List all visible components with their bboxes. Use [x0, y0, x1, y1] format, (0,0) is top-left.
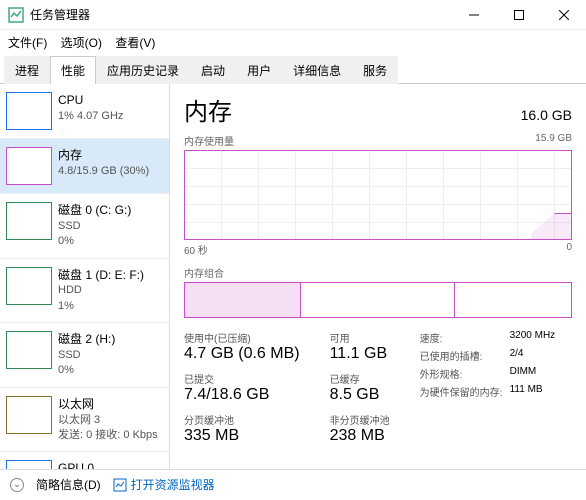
sidebar-sub: HDD: [58, 283, 163, 298]
gpu-thumb: [6, 460, 52, 469]
sidebar-sub2: 0%: [58, 234, 163, 249]
sidebar-label: CPU: [58, 92, 163, 109]
monitor-icon: [113, 478, 127, 492]
net-thumb: [6, 396, 52, 434]
sidebar-item-disk2[interactable]: 磁盘 2 (H:)SSD0%: [0, 323, 169, 388]
sidebar-label: 内存: [58, 147, 163, 164]
sidebar-sub: SSD: [58, 219, 163, 234]
kv-key: 为硬件保留的内存:: [420, 384, 510, 399]
avail-value: 11.1 GB: [330, 345, 390, 363]
monitor-link-label: 打开资源监视器: [131, 476, 215, 493]
menu-file[interactable]: 文件(F): [8, 36, 47, 50]
paged-value: 335 MB: [184, 427, 300, 445]
maximize-button[interactable]: [496, 0, 541, 30]
sidebar-label: 以太网: [58, 396, 163, 413]
sidebar-sub: SSD: [58, 348, 163, 363]
tab-details[interactable]: 详细信息: [282, 56, 352, 84]
sidebar: CPU1% 4.07 GHz 内存4.8/15.9 GB (30%) 磁盘 0 …: [0, 84, 170, 469]
detail-panel: 内存 16.0 GB 内存使用量 15.9 GB 60 秒 0 内存组合 使用中…: [170, 84, 586, 469]
paged-label: 分页缓冲池: [184, 412, 300, 427]
sidebar-label: 磁盘 1 (D: E: F:): [58, 267, 163, 284]
cached-value: 8.5 GB: [330, 386, 390, 404]
menubar: 文件(F) 选项(O) 查看(V): [0, 30, 586, 55]
usage-graph-max: 15.9 GB: [535, 133, 572, 148]
sidebar-sub2: 1%: [58, 299, 163, 314]
kv-val: 2/4: [510, 348, 524, 363]
composition-bar: [184, 282, 572, 318]
kv-val: 111 MB: [510, 384, 543, 399]
nonpaged-value: 238 MB: [330, 427, 390, 445]
nonpaged-label: 非分页缓冲池: [330, 412, 390, 427]
sidebar-item-memory[interactable]: 内存4.8/15.9 GB (30%): [0, 139, 169, 194]
menu-view[interactable]: 查看(V): [115, 36, 155, 50]
sidebar-sub: 4.8/15.9 GB (30%): [58, 164, 163, 179]
sidebar-sub: 1% 4.07 GHz: [58, 109, 163, 124]
sidebar-item-disk0[interactable]: 磁盘 0 (C: G:)SSD0%: [0, 194, 169, 259]
memory-thumb: [6, 147, 52, 185]
comp-seg-inuse: [185, 283, 301, 317]
in-use-value: 4.7 GB (0.6 MB): [184, 345, 300, 363]
comp-seg-free: [455, 283, 571, 317]
tab-startup[interactable]: 启动: [190, 56, 236, 84]
kv-key: 外形规格:: [420, 366, 510, 381]
usage-graph: [184, 150, 572, 240]
tab-services[interactable]: 服务: [352, 56, 398, 84]
app-icon: [8, 7, 24, 23]
sidebar-label: 磁盘 2 (H:): [58, 331, 163, 348]
sidebar-sub2: 发送: 0 接收: 0 Kbps: [58, 428, 163, 443]
tab-performance[interactable]: 性能: [50, 56, 96, 84]
sidebar-item-cpu[interactable]: CPU1% 4.07 GHz: [0, 84, 169, 139]
kv-val: DIMM: [510, 366, 537, 381]
usage-graph-label: 内存使用量: [184, 133, 234, 148]
tab-users[interactable]: 用户: [236, 56, 282, 84]
chevron-down-icon[interactable]: ⌄: [10, 478, 24, 492]
sidebar-label: GPU 0: [58, 460, 163, 469]
fewer-details-button[interactable]: 简略信息(D): [36, 476, 101, 493]
sidebar-label: 磁盘 0 (C: G:): [58, 202, 163, 219]
sidebar-item-gpu0[interactable]: GPU 0NVIDIA GeForce ...0% (47 °C): [0, 452, 169, 469]
tab-processes[interactable]: 进程: [4, 56, 50, 84]
cpu-thumb: [6, 92, 52, 130]
avail-label: 可用: [330, 330, 390, 345]
menu-options[interactable]: 选项(O): [61, 36, 102, 50]
committed-label: 已提交: [184, 371, 300, 386]
disk-thumb: [6, 202, 52, 240]
sidebar-item-disk1[interactable]: 磁盘 1 (D: E: F:)HDD1%: [0, 259, 169, 324]
committed-value: 7.4/18.6 GB: [184, 386, 300, 404]
window-title: 任务管理器: [30, 6, 451, 23]
detail-title: 内存: [184, 92, 232, 127]
tab-bar: 进程 性能 应用历史记录 启动 用户 详细信息 服务: [0, 55, 586, 84]
sidebar-item-ethernet[interactable]: 以太网以太网 3发送: 0 接收: 0 Kbps: [0, 388, 169, 453]
tab-apphistory[interactable]: 应用历史记录: [96, 56, 190, 84]
cached-label: 已缓存: [330, 371, 390, 386]
disk-thumb: [6, 267, 52, 305]
comp-seg-cached: [301, 283, 455, 317]
graph-x-right: 0: [566, 242, 572, 257]
sidebar-sub2: 0%: [58, 363, 163, 378]
close-button[interactable]: [541, 0, 586, 30]
footer: ⌄ 简略信息(D) 打开资源监视器: [0, 469, 586, 499]
graph-x-left: 60 秒: [184, 242, 208, 257]
kv-key: 速度:: [420, 330, 510, 345]
minimize-button[interactable]: [451, 0, 496, 30]
sidebar-sub: 以太网 3: [58, 413, 163, 428]
disk-thumb: [6, 331, 52, 369]
memory-specs: 速度:3200 MHz 已使用的插槽:2/4 外形规格:DIMM 为硬件保留的内…: [420, 330, 556, 445]
kv-val: 3200 MHz: [510, 330, 556, 345]
titlebar: 任务管理器: [0, 0, 586, 30]
in-use-label: 使用中(已压缩): [184, 330, 300, 345]
memory-total: 16.0 GB: [521, 107, 572, 123]
open-resource-monitor-link[interactable]: 打开资源监视器: [113, 476, 215, 493]
composition-label: 内存组合: [184, 265, 572, 280]
kv-key: 已使用的插槽:: [420, 348, 510, 363]
